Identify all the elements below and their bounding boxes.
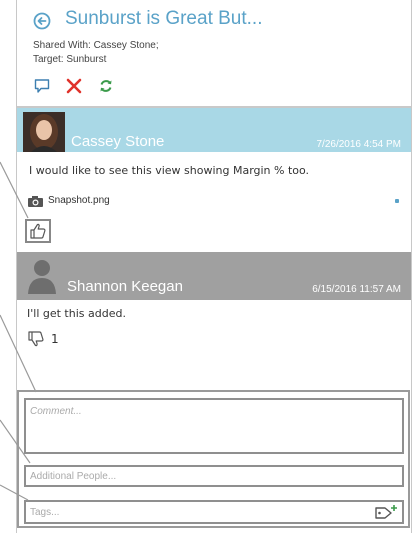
speech-bubble-icon[interactable] [33, 77, 51, 95]
dislike-count: 1 [51, 332, 59, 346]
shared-with-text: Shared With: Cassey Stone; [33, 40, 159, 51]
attachment-link[interactable]: Snapshot.png [48, 195, 110, 206]
default-avatar-icon [28, 260, 56, 294]
comment-input[interactable]: Comment... [24, 398, 404, 454]
comment-author: Shannon Keegan [67, 278, 183, 295]
back-circle-arrow-icon[interactable] [33, 12, 51, 30]
camera-icon [28, 196, 43, 207]
refresh-icon[interactable] [97, 77, 115, 95]
thread-title: Sunburst is Great But... [65, 8, 263, 29]
comment-date: 7/26/2016 4:54 PM [316, 139, 401, 150]
thumbs-up-icon[interactable] [29, 222, 47, 240]
thread-toolbar [33, 76, 115, 96]
tags-placeholder: Tags... [30, 507, 60, 518]
comment-text: I would like to see this view showing Ma… [29, 164, 310, 177]
add-tag-icon[interactable] [374, 504, 398, 522]
comment-date: 6/15/2016 11:57 AM [312, 284, 401, 295]
additional-people-input[interactable]: Additional People... [24, 465, 404, 487]
avatar-photo [23, 112, 65, 152]
comment-text: I'll get this added. [27, 307, 126, 320]
thread-header: Sunburst is Great But... Shared With: Ca… [17, 0, 411, 106]
comment-author: Cassey Stone [71, 133, 165, 150]
attachment-menu-dot[interactable] [395, 199, 399, 203]
target-text: Target: Sunburst [33, 54, 107, 65]
tags-input[interactable]: Tags... [24, 500, 404, 524]
delete-x-icon[interactable] [65, 77, 83, 95]
thumbs-down-icon[interactable] [27, 330, 45, 348]
